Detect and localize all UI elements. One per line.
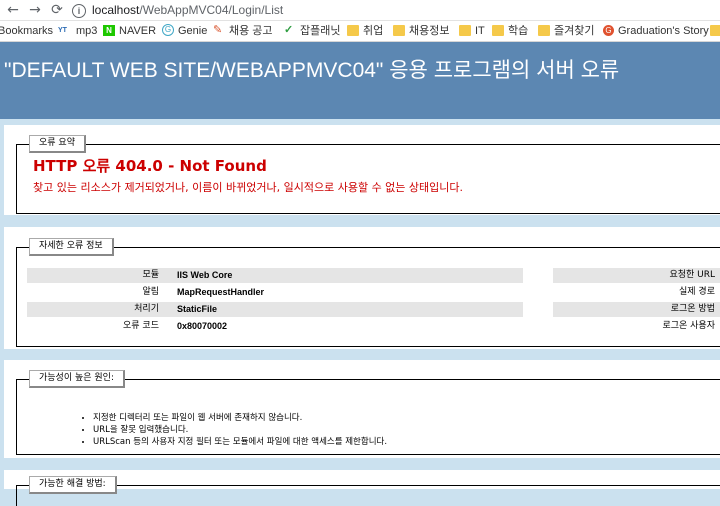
list-item: URL을 잘못 입력했습니다. xyxy=(93,424,387,436)
detail-key: 모듈 xyxy=(142,270,159,280)
error-header: "DEFAULT WEB SITE/WEBAPPMVC04" 응용 프로그램의 … xyxy=(0,42,720,119)
detail-key: 실제 경로 xyxy=(679,287,715,297)
bookmark-label: 채용 공고 xyxy=(229,25,273,37)
error-title: HTTP 오류 404.0 - Not Found xyxy=(33,157,267,175)
bookmark-label: 학습 xyxy=(508,25,529,37)
bookmark-label: IT xyxy=(475,25,485,37)
pen-icon: ✎ xyxy=(213,23,223,36)
back-arrow-icon[interactable]: ← xyxy=(4,1,22,19)
detail-row: 모듈 IIS Web Core xyxy=(27,268,523,283)
error-details-legend: 자세한 오류 정보 xyxy=(29,238,114,256)
site-info-icon[interactable]: i xyxy=(72,3,86,18)
detail-key: 로그온 방법 xyxy=(670,304,715,314)
detail-row-right: 실제 경로 xyxy=(553,285,720,300)
url-input[interactable]: i localhost/WebAppMVC04/Login/List xyxy=(72,1,712,19)
causes-panel: 가능성이 높은 원인: 지정한 디렉터리 또는 파일이 웹 서버에 존재하지 않… xyxy=(4,360,720,458)
reload-icon[interactable]: ⟳ xyxy=(48,1,66,19)
address-bar: ← → ⟳ i localhost/WebAppMVC04/Login/List xyxy=(0,0,720,21)
causes-legend: 가능성이 높은 원인: xyxy=(29,370,125,388)
bookmark-folder-favorites[interactable]: 즐겨찾기 xyxy=(538,24,594,38)
next-steps-legend: 가능한 해결 방법: xyxy=(29,476,117,494)
url-path: /WebAppMVC04/Login/List xyxy=(139,3,284,17)
error-details-panel: 자세한 오류 정보 모듈 IIS Web Core 알림 MapRequestH… xyxy=(4,227,720,349)
url-host: localhost xyxy=(92,3,140,17)
bookmark-label: NAVER xyxy=(119,25,157,37)
error-description: 찾고 있는 리소스가 제거되었거나, 이름이 바뀌었거나, 일시적으로 사용할 … xyxy=(33,181,464,194)
page-title: "DEFAULT WEB SITE/WEBAPPMVC04" 응용 프로그램의 … xyxy=(4,59,620,82)
graduation-icon: G xyxy=(603,24,614,36)
bookmark-label: Bookmarks xyxy=(0,25,54,37)
bookmark-bookmarks[interactable]: Bookmarks xyxy=(0,24,53,38)
check-icon: ✓ xyxy=(284,23,294,36)
bookmark-label: 취업 xyxy=(363,25,384,37)
error-details-box: 자세한 오류 정보 모듈 IIS Web Core 알림 MapRequestH… xyxy=(16,238,720,347)
bookmark-mp3[interactable]: YT mp3 xyxy=(58,24,97,38)
detail-key: 알림 xyxy=(142,287,159,297)
detail-row-right: 요청한 URL xyxy=(553,268,720,283)
detail-value: IIS Web Core xyxy=(177,270,233,280)
detail-value: MapRequestHandler xyxy=(177,287,265,297)
folder-icon xyxy=(393,24,405,36)
bookmark-job-posting[interactable]: ✎ 채용 공고 xyxy=(213,24,273,38)
bookmark-naver[interactable]: N NAVER xyxy=(103,24,156,38)
detail-value: 0x80070002 xyxy=(177,321,228,331)
list-item: URLScan 등의 사용자 지정 필터 또는 모듈에서 파일에 대한 액세스를… xyxy=(93,436,387,448)
detail-row: 오류 코드 0x80070002 xyxy=(27,319,523,334)
bookmark-folder-overflow[interactable] xyxy=(710,24,720,38)
error-summary-legend: 오류 요약 xyxy=(29,135,86,153)
folder-icon xyxy=(459,24,471,36)
forward-arrow-icon[interactable]: → xyxy=(26,1,44,19)
detail-row: 처리기 StaticFile xyxy=(27,302,523,317)
bookmark-label: mp3 xyxy=(76,25,98,37)
bookmark-folder-study[interactable]: 학습 xyxy=(492,24,528,38)
detail-key: 처리기 xyxy=(134,304,159,314)
detail-key: 요청한 URL xyxy=(669,270,715,280)
detail-key: 오류 코드 xyxy=(123,321,159,331)
causes-box: 가능성이 높은 원인: 지정한 디렉터리 또는 파일이 웹 서버에 존재하지 않… xyxy=(16,370,720,455)
bookmark-genie[interactable]: G Genie xyxy=(162,24,207,38)
bookmark-label: Genie xyxy=(178,25,208,37)
bookmarks-bar: Bookmarks YT mp3 N NAVER G Genie ✎ 채용 공고 ✓ 잡플… xyxy=(0,21,720,42)
naver-icon: N xyxy=(103,24,115,36)
error-summary-box: 오류 요약 HTTP 오류 404.0 - Not Found 찾고 있는 리소… xyxy=(16,135,720,214)
error-summary-panel: 오류 요약 HTTP 오류 404.0 - Not Found 찾고 있는 리소… xyxy=(4,125,720,215)
yt-icon: YT xyxy=(58,26,67,34)
bookmark-label: 채용정보 xyxy=(409,25,450,37)
genie-icon: G xyxy=(162,24,174,37)
detail-row-right: 로그온 방법 xyxy=(553,302,720,317)
folder-icon xyxy=(492,24,504,36)
folder-icon xyxy=(538,24,550,36)
bookmark-label: 잡플래닛 xyxy=(300,25,341,37)
next-steps-box: 가능한 해결 방법: xyxy=(16,476,720,506)
bookmark-label: Graduation's Story : xyxy=(618,25,715,37)
bookmark-folder-job-info[interactable]: 채용정보 xyxy=(393,24,449,38)
bookmark-label: 즐겨찾기 xyxy=(554,25,595,37)
detail-row: 알림 MapRequestHandler xyxy=(27,285,523,300)
bookmark-folder-employment[interactable]: 취업 xyxy=(347,24,383,38)
next-steps-panel: 가능한 해결 방법: xyxy=(4,470,720,506)
detail-row-right: 로그온 사용자 xyxy=(553,319,720,334)
bookmark-graduation-story[interactable]: G Graduation's Story : xyxy=(603,24,715,38)
detail-key: 로그온 사용자 xyxy=(662,321,715,331)
detail-value: StaticFile xyxy=(177,304,218,314)
bookmark-jobplanet[interactable]: ✓ 잡플래닛 xyxy=(284,24,340,38)
folder-icon xyxy=(347,24,359,36)
folder-icon xyxy=(710,24,720,36)
bookmark-folder-it[interactable]: IT xyxy=(459,24,485,38)
list-item: 지정한 디렉터리 또는 파일이 웹 서버에 존재하지 않습니다. xyxy=(93,412,387,424)
causes-list: 지정한 디렉터리 또는 파일이 웹 서버에 존재하지 않습니다. URL을 잘못… xyxy=(77,412,387,448)
